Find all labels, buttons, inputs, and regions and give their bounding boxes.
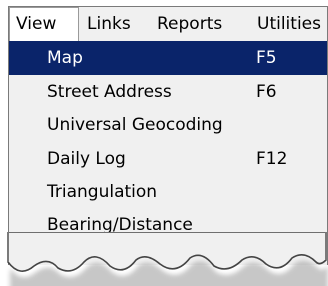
menu-links[interactable]: Links — [87, 7, 131, 41]
menu-item-triangulation[interactable]: Triangulation — [9, 175, 327, 209]
application-window: View Links Reports Utilities Map F5 Stre… — [8, 6, 328, 265]
menu-item-label: Triangulation — [47, 182, 158, 202]
menu-item-shortcut: F6 — [256, 82, 277, 102]
menu-item-shortcut: F5 — [256, 48, 277, 68]
menu-item-daily-log[interactable]: Daily Log F12 — [9, 142, 327, 176]
torn-edge-decoration — [7, 232, 328, 286]
menu-item-universal-geocoding[interactable]: Universal Geocoding — [9, 108, 327, 142]
menu-reports[interactable]: Reports — [157, 7, 222, 41]
menu-bar: View Links Reports Utilities — [9, 7, 327, 42]
menu-utilities[interactable]: Utilities — [257, 7, 321, 41]
menu-item-label: Street Address — [47, 82, 172, 102]
menu-item-label: Map — [47, 48, 83, 68]
menu-item-street-address[interactable]: Street Address F6 — [9, 75, 327, 109]
menu-item-label: Universal Geocoding — [47, 115, 223, 135]
menu-item-map[interactable]: Map F5 — [9, 41, 327, 75]
menu-item-label: Daily Log — [47, 149, 126, 169]
menu-item-shortcut: F12 — [256, 149, 288, 169]
menu-view[interactable]: View — [9, 7, 79, 42]
